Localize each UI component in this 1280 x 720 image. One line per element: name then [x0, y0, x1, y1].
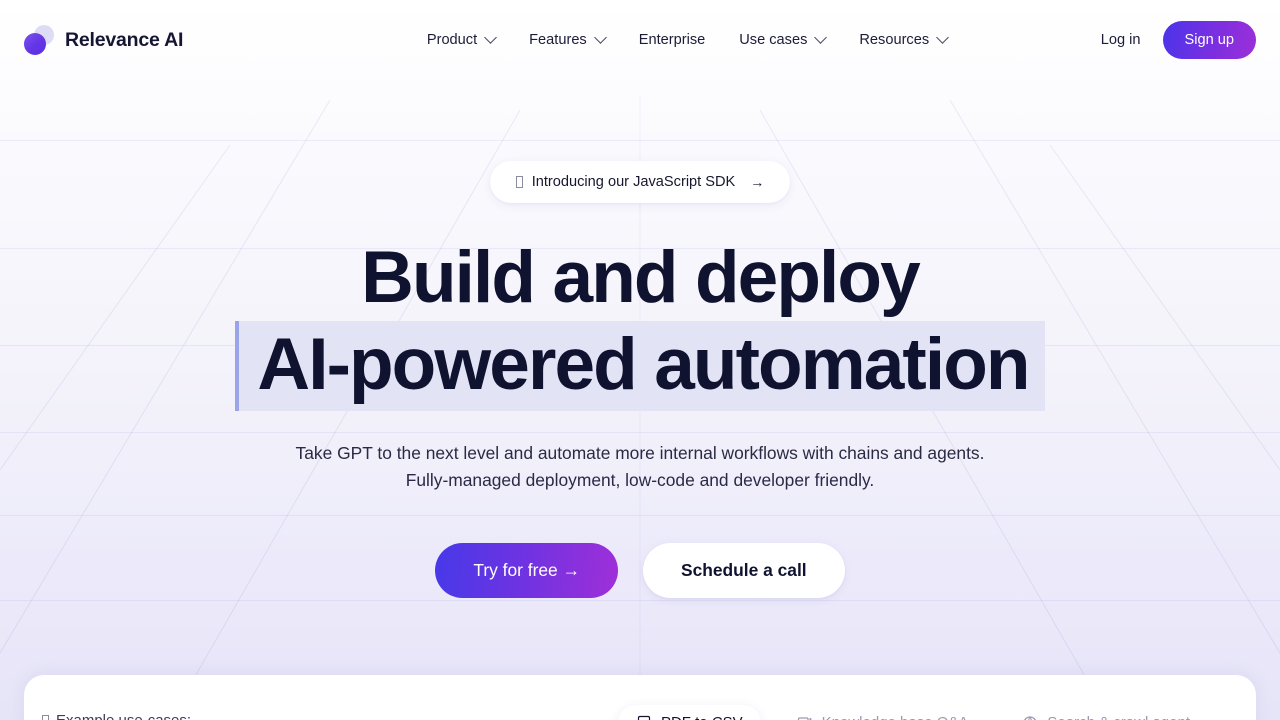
- missing-glyph-box-icon: [42, 714, 49, 720]
- try-for-free-button[interactable]: Try for free →: [435, 543, 618, 599]
- chevron-down-icon: [484, 30, 498, 44]
- announcement-row: Introducing our JavaScript SDK →: [0, 161, 1280, 203]
- site-header: Relevance AI Product Features Enterprise…: [0, 0, 1280, 80]
- signup-button[interactable]: Sign up: [1162, 21, 1256, 59]
- headline-line-2-highlighted: AI-powered automation: [235, 321, 1045, 412]
- globe-search-icon: [1022, 715, 1038, 720]
- use-case-chip-list: PDF PDF to CSV Knowledge base Q&A: [617, 705, 1208, 720]
- missing-glyph-box-icon: [515, 176, 523, 188]
- brand-logo[interactable]: Relevance AI: [24, 25, 183, 55]
- demo-card: Example use-cases: PDF PDF to CSV: [24, 675, 1256, 720]
- book-icon: [797, 715, 813, 720]
- login-link[interactable]: Log in: [1101, 32, 1141, 48]
- hero-headline: Build and deploy AI-powered automation: [0, 237, 1280, 412]
- chip-pdf-to-csv[interactable]: PDF PDF to CSV: [617, 705, 761, 720]
- hero-cta-row: Try for free → Schedule a call: [0, 543, 1280, 599]
- header-actions: Log in Sign up: [1101, 21, 1256, 59]
- subheading-line-1: Take GPT to the next level and automate …: [295, 443, 985, 464]
- chevron-down-icon: [936, 30, 950, 44]
- headline-line-1: Build and deploy: [361, 237, 921, 318]
- nav-label: Features: [529, 32, 587, 48]
- nav-label: Resources: [859, 32, 930, 48]
- chip-search-crawl-agent[interactable]: Search & crawl agent: [1004, 705, 1208, 720]
- arrow-right-icon: →: [750, 174, 765, 190]
- nav-label: Enterprise: [638, 32, 706, 48]
- example-use-cases-label: Example use-cases:: [42, 705, 191, 720]
- announcement-pill[interactable]: Introducing our JavaScript SDK →: [489, 161, 791, 203]
- schedule-a-call-button[interactable]: Schedule a call: [642, 543, 845, 599]
- use-cases-label-text: Example use-cases:: [56, 712, 191, 720]
- nav-item-features[interactable]: Features: [529, 30, 607, 48]
- chevron-down-icon: [593, 30, 607, 44]
- nav-label: Product: [426, 32, 478, 48]
- announcement-text: Introducing our JavaScript SDK: [531, 174, 736, 190]
- nav-item-resources[interactable]: Resources: [859, 30, 950, 48]
- relevance-logo-icon: [24, 25, 54, 55]
- chip-label: Search & crawl agent: [1047, 714, 1190, 720]
- headline-line-2-wrap: AI-powered automation: [0, 321, 1280, 412]
- subheading-line-2: Fully-managed deployment, low-code and d…: [405, 470, 875, 491]
- chip-label: Knowledge base Q&A: [822, 714, 969, 720]
- chevron-down-icon: [814, 30, 828, 44]
- nav-item-use-cases[interactable]: Use cases: [739, 30, 828, 48]
- nav-label: Use cases: [739, 32, 808, 48]
- hero-subheading: Take GPT to the next level and automate …: [0, 440, 1280, 494]
- hero-section: Introducing our JavaScript SDK → Build a…: [0, 161, 1280, 599]
- brand-name: Relevance AI: [65, 28, 184, 51]
- main-navigation: Product Features Enterprise Use cases Re…: [273, 30, 1100, 48]
- nav-item-product[interactable]: Product: [426, 30, 498, 48]
- demo-card-inner: Example use-cases: PDF PDF to CSV: [24, 675, 1256, 720]
- chip-knowledge-base-qa[interactable]: Knowledge base Q&A: [779, 705, 987, 720]
- nav-item-enterprise[interactable]: Enterprise: [639, 32, 706, 48]
- chip-label: PDF to CSV: [661, 714, 743, 720]
- pdf-file-icon: PDF: [636, 715, 652, 720]
